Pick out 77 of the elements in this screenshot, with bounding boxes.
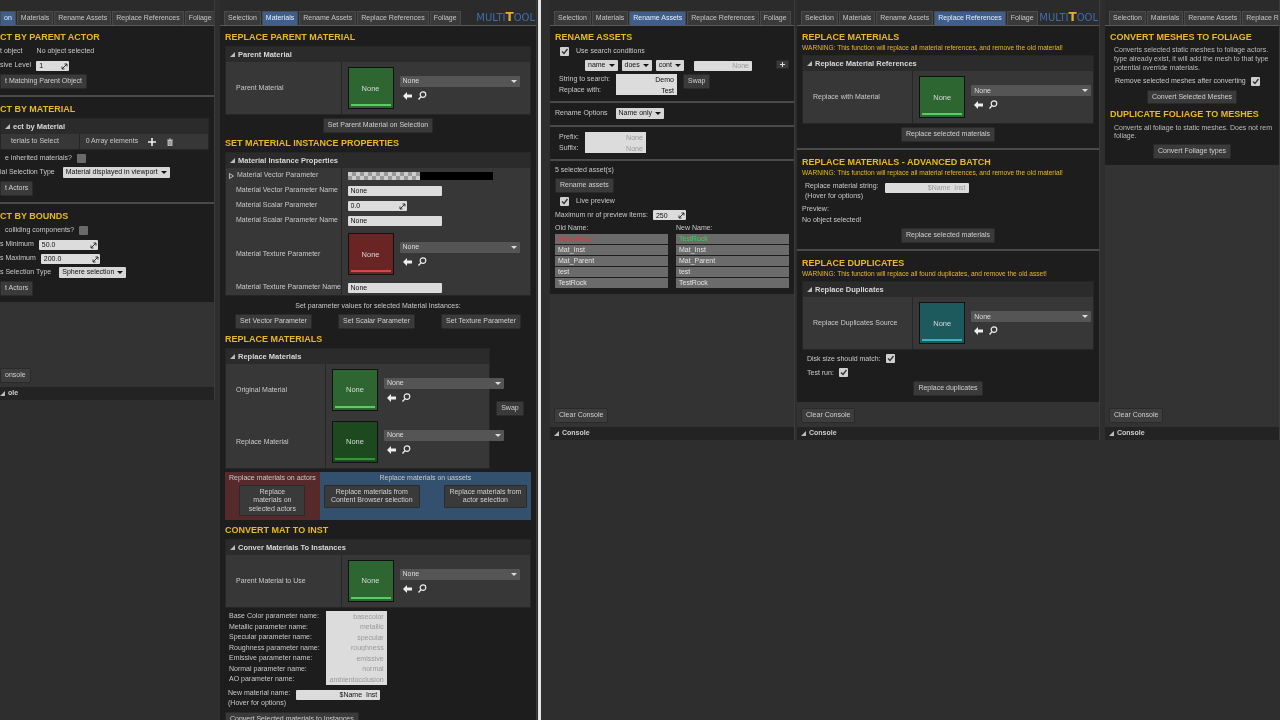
resize-arrows-icon[interactable] [397, 200, 407, 211]
section-heading: CONVERT MESHES TO FOLIAGE [1110, 32, 1253, 44]
search-icon[interactable] [417, 91, 427, 101]
checkbox[interactable] [560, 47, 569, 57]
checkbox[interactable] [560, 196, 569, 206]
logo: MULTITOOL [1039, 10, 1098, 25]
triangle-icon [807, 287, 812, 293]
caret-icon [608, 64, 615, 68]
section-heading: RENAME ASSETS [555, 32, 634, 44]
section-heading: DUPLICATE FOLIAGE TO MESHES [1110, 109, 1260, 121]
triangle-icon [554, 431, 559, 436]
search-icon[interactable] [417, 584, 427, 594]
triangle-icon [5, 124, 10, 130]
checkbox[interactable] [885, 354, 895, 364]
caret-icon [510, 573, 517, 577]
triangle-icon [807, 61, 812, 67]
section-heading: REPLACE MATERIALS [802, 32, 901, 44]
triangle-icon [1109, 431, 1114, 436]
caret-icon [160, 171, 167, 175]
resize-arrows-icon[interactable] [676, 210, 686, 221]
checkbox[interactable] [79, 226, 89, 236]
section-heading: CT BY MATERIAL [0, 104, 77, 116]
search-icon[interactable] [402, 445, 411, 454]
search-icon[interactable] [417, 257, 427, 267]
trash-icon[interactable] [166, 137, 175, 146]
plus-icon [780, 62, 785, 68]
caret-icon [1082, 315, 1089, 319]
logo: MULTITOOL [476, 10, 535, 25]
section-heading: CT BY BOUNDS [0, 211, 70, 223]
search-icon[interactable] [402, 393, 411, 402]
section-heading: CONVERT MAT TO INST [225, 524, 330, 537]
arrow-left-icon[interactable] [387, 393, 396, 402]
arrow-left-icon[interactable] [402, 257, 412, 266]
caret-icon [495, 434, 501, 437]
arrow-left-icon[interactable] [402, 91, 412, 100]
check-icon [839, 369, 847, 377]
section-heading: REPLACE MATERIALS - ADVANCED BATCH [802, 157, 992, 169]
arrow-left-icon[interactable] [402, 584, 412, 593]
section-heading: CT BY PARENT ACTOR [0, 32, 101, 44]
caret-icon [117, 271, 124, 275]
caret-icon [1082, 89, 1089, 93]
triangle-icon [230, 158, 235, 164]
section-heading: REPLACE MATERIALS [225, 333, 324, 345]
arrow-left-icon[interactable] [974, 326, 984, 335]
triangle-icon [801, 431, 806, 436]
search-icon[interactable] [989, 326, 999, 336]
section-heading: SET MATERIAL INSTANCE PROPERTIES [225, 138, 400, 150]
caret-icon [495, 382, 501, 385]
triangle-icon [230, 354, 235, 359]
plus-icon[interactable] [148, 137, 157, 146]
triangle-icon [0, 391, 5, 396]
triangle-icon[interactable] [229, 172, 234, 179]
search-icon[interactable] [989, 100, 999, 110]
arrow-left-icon[interactable] [974, 101, 984, 109]
caret-icon [674, 64, 681, 68]
caret-icon [510, 246, 517, 250]
resize-arrows-icon[interactable] [60, 60, 70, 71]
section-heading: REPLACE DUPLICATES [802, 257, 906, 270]
arrow-left-icon[interactable] [387, 445, 396, 454]
check-icon [561, 48, 568, 56]
triangle-icon [230, 545, 235, 551]
caret-icon [642, 64, 649, 68]
caret-icon [510, 80, 517, 84]
resize-arrows-icon[interactable] [90, 253, 100, 264]
caret-icon [655, 112, 661, 116]
add-button[interactable] [776, 60, 789, 70]
section-heading: REPLACE PARENT MATERIAL [225, 32, 357, 44]
scrollbar[interactable] [538, 0, 541, 720]
checkbox[interactable] [1250, 76, 1260, 86]
check-icon [886, 355, 894, 363]
resize-arrows-icon[interactable] [88, 239, 98, 250]
color-swatch[interactable] [347, 171, 493, 180]
check-icon [561, 197, 568, 205]
triangle-icon [230, 52, 235, 58]
check-icon [1251, 77, 1259, 85]
checkbox[interactable] [76, 154, 86, 164]
checkbox[interactable] [838, 368, 848, 378]
